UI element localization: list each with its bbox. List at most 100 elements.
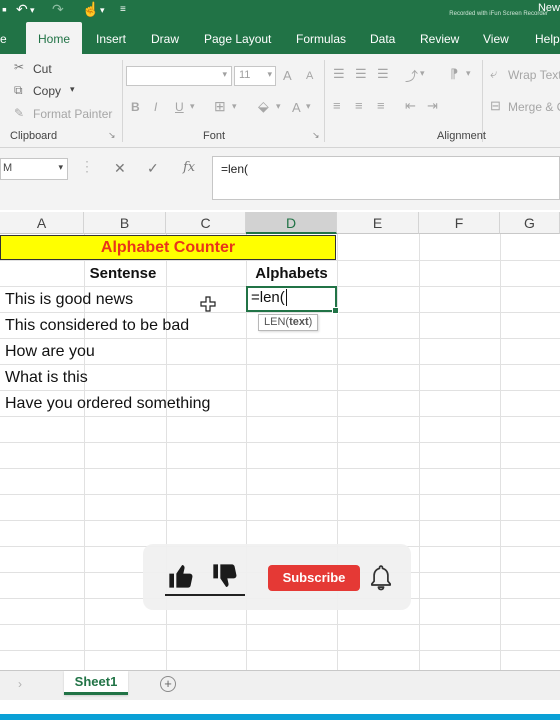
- align-center-icon[interactable]: ≡: [355, 98, 363, 113]
- dislike-icon[interactable]: [211, 562, 239, 590]
- wrap-text-button[interactable]: Wrap Text: [508, 68, 560, 82]
- borders-icon[interactable]: ⊞: [214, 98, 226, 115]
- rtl-dropdown-icon[interactable]: ▾: [466, 68, 471, 79]
- merge-button[interactable]: Merge & C: [508, 100, 560, 114]
- sentence-cell[interactable]: This is good news: [5, 287, 133, 312]
- tab-data[interactable]: Data: [370, 22, 395, 54]
- cut-button[interactable]: Cut: [33, 62, 52, 76]
- tab-view[interactable]: View: [483, 22, 509, 54]
- borders-dropdown-icon[interactable]: ▾: [232, 101, 237, 112]
- tab-insert[interactable]: Insert: [96, 22, 126, 54]
- active-cell-d3[interactable]: =len(: [246, 286, 339, 314]
- copy-dropdown-icon[interactable]: ▾: [70, 84, 75, 95]
- align-left-icon[interactable]: ≡: [333, 98, 341, 113]
- bold-button[interactable]: B: [131, 100, 140, 114]
- column-header-c[interactable]: C: [166, 212, 246, 234]
- undo-dropdown-icon[interactable]: ▾: [30, 5, 35, 16]
- enter-icon[interactable]: ✓: [147, 160, 159, 177]
- sentence-header-cell[interactable]: Sentense: [0, 262, 246, 286]
- group-separator: [324, 60, 325, 142]
- wrap-text-icon: ⤶: [490, 66, 498, 81]
- status-strip: [0, 700, 560, 720]
- like-underline: [165, 594, 245, 596]
- name-box-value: M: [3, 162, 13, 174]
- align-bottom-icon[interactable]: ☰: [377, 66, 389, 82]
- name-box-dropdown-icon[interactable]: ▾: [58, 162, 63, 173]
- fill-color-icon[interactable]: ⬙: [258, 98, 269, 115]
- tab-page-layout[interactable]: Page Layout: [204, 22, 271, 54]
- font-name-box[interactable]: ▾: [126, 66, 232, 86]
- ribbon-tabs: e Home Insert Draw Page Layout Formulas …: [0, 22, 560, 54]
- sentence-cell[interactable]: This considered to be bad: [5, 313, 189, 338]
- underline-dropdown-icon[interactable]: ▾: [190, 101, 195, 112]
- like-icon[interactable]: [167, 562, 195, 590]
- format-painter-button[interactable]: Format Painter: [33, 107, 112, 121]
- underline-button[interactable]: U: [175, 100, 184, 114]
- tab-draw[interactable]: Draw: [151, 22, 179, 54]
- cancel-icon[interactable]: ✕: [114, 160, 126, 177]
- font-launcher-icon[interactable]: ↘: [312, 130, 320, 141]
- grid-line: [0, 442, 560, 443]
- align-top-icon[interactable]: ☰: [333, 66, 345, 82]
- grid-line: [0, 494, 560, 495]
- increase-indent-icon[interactable]: ⇥: [427, 98, 438, 114]
- sheet-tab-bar: › Sheet1 +: [0, 670, 560, 700]
- ribbon-home: ✂ Cut ⧉ Copy ▾ ✎ Format Painter Clipboar…: [0, 54, 560, 148]
- fill-dropdown-icon[interactable]: ▾: [276, 101, 281, 112]
- orientation-dropdown-icon[interactable]: ▾: [420, 68, 425, 79]
- decrease-indent-icon[interactable]: ⇤: [405, 98, 416, 114]
- format-painter-icon: ✎: [14, 106, 25, 120]
- font-color-icon[interactable]: A: [292, 100, 301, 115]
- cut-icon: ✂: [14, 60, 25, 74]
- orientation-icon[interactable]: ⤴: [405, 66, 418, 85]
- subscribe-button[interactable]: Subscribe: [268, 565, 360, 591]
- italic-button[interactable]: I: [154, 100, 157, 114]
- bell-icon[interactable]: [368, 564, 394, 592]
- customize-icon[interactable]: ≡: [120, 4, 126, 15]
- clipboard-launcher-icon[interactable]: ↘: [108, 130, 116, 141]
- column-header-f[interactable]: F: [419, 212, 500, 234]
- tab-home[interactable]: Home: [26, 22, 82, 54]
- font-name-dropdown-icon[interactable]: ▾: [222, 69, 227, 80]
- column-header-e[interactable]: E: [337, 212, 419, 234]
- function-tooltip[interactable]: LEN(text): [258, 314, 319, 331]
- shrink-font-button[interactable]: A: [306, 70, 313, 82]
- column-header-g[interactable]: G: [500, 212, 560, 234]
- grow-font-button[interactable]: A: [283, 68, 292, 83]
- cell-cursor-icon: [200, 296, 216, 312]
- font-size-dropdown-icon[interactable]: ▾: [267, 69, 272, 80]
- status-bar-accent: [0, 714, 560, 720]
- align-right-icon[interactable]: ≡: [377, 98, 385, 113]
- tab-formulas[interactable]: Formulas: [296, 22, 346, 54]
- copy-button[interactable]: Copy: [33, 84, 61, 98]
- touch-mode-icon[interactable]: ☝: [82, 1, 99, 18]
- column-header-d[interactable]: D: [246, 212, 337, 234]
- title-banner-cell[interactable]: Alphabet Counter: [0, 235, 336, 260]
- grid-line: [500, 234, 501, 670]
- name-box[interactable]: M ▾: [0, 158, 68, 180]
- align-middle-icon[interactable]: ☰: [355, 66, 367, 82]
- sheet-scroll-arrow-icon[interactable]: ›: [18, 677, 22, 691]
- formula-input[interactable]: =len(: [212, 156, 560, 200]
- undo-icon[interactable]: ↶: [16, 1, 28, 18]
- alphabets-header-cell[interactable]: Alphabets: [246, 262, 337, 286]
- column-header-b[interactable]: B: [84, 212, 166, 234]
- tooltip-function-name: LEN(: [264, 316, 290, 328]
- sentence-cell[interactable]: What is this: [5, 365, 88, 390]
- rtl-icon[interactable]: ⁋: [450, 66, 458, 82]
- font-size-box[interactable]: 11 ▾: [234, 66, 276, 86]
- sentence-cell[interactable]: How are you: [5, 339, 95, 364]
- sheet-tab-sheet1[interactable]: Sheet1: [64, 671, 128, 695]
- tab-file[interactable]: e: [0, 22, 12, 54]
- touch-dropdown-icon[interactable]: ▾: [100, 5, 105, 16]
- column-header-a[interactable]: A: [0, 212, 84, 234]
- add-sheet-button[interactable]: +: [160, 676, 176, 692]
- redo-icon[interactable]: ↷: [52, 1, 64, 18]
- insert-function-icon[interactable]: fx: [183, 160, 195, 175]
- tab-review[interactable]: Review: [420, 22, 459, 54]
- excel-icon: ▪: [2, 1, 7, 17]
- font-size-value: 11: [239, 69, 251, 81]
- sentence-cell[interactable]: Have you ordered something: [5, 391, 210, 416]
- font-color-dropdown-icon[interactable]: ▾: [306, 101, 311, 112]
- tab-help[interactable]: Help: [535, 22, 560, 54]
